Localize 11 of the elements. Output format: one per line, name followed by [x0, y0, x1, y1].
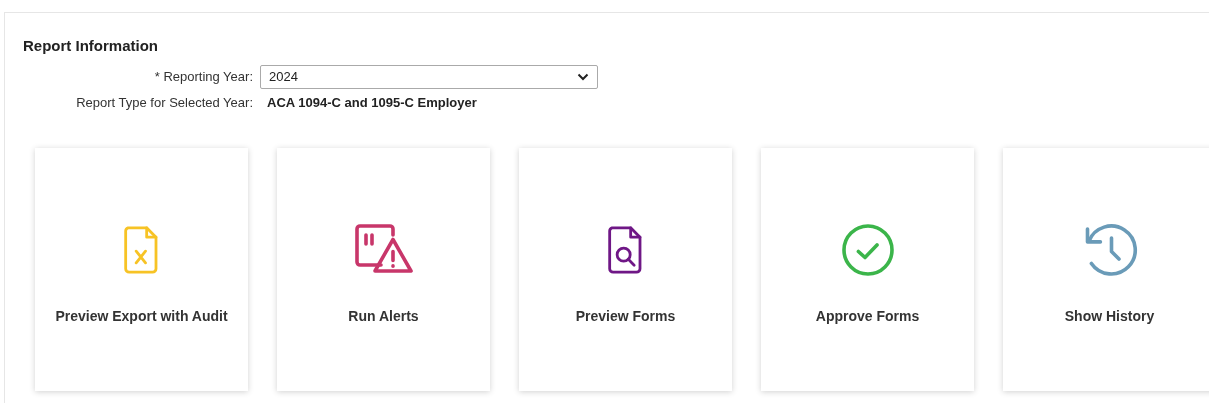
field-label: Report Type for Selected Year: [75, 94, 254, 112]
chevron-down-icon [577, 73, 589, 81]
section-title: Report Information [23, 36, 159, 56]
report-type-value: ACA 1094-C and 1095-C Employer [267, 94, 477, 112]
action-card[interactable]: Preview Export with Audit [35, 147, 248, 391]
field-label: * Reporting Year: [153, 68, 254, 87]
action-card[interactable]: Approve Forms [761, 147, 974, 391]
action-card[interactable]: Show History [1003, 147, 1209, 391]
year-select[interactable]: 2024 [260, 65, 598, 89]
action-card[interactable]: Run Alerts [277, 147, 490, 391]
action-card[interactable]: Preview Forms [519, 147, 732, 391]
